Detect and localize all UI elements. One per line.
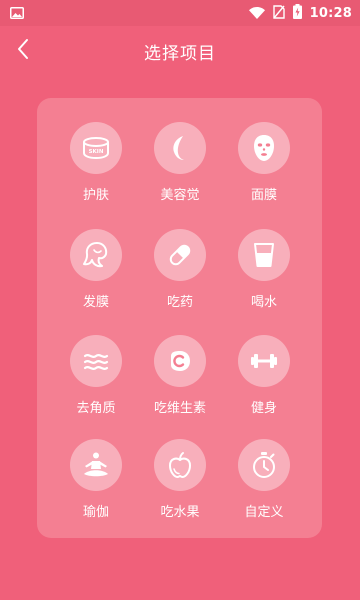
page-title: 选择项目 xyxy=(144,43,216,64)
hair-icon xyxy=(70,229,122,281)
dumbbell-icon xyxy=(238,335,290,387)
exfoliate-waves-icon xyxy=(70,335,122,387)
item-label: 喝水 xyxy=(250,295,277,310)
item-grid: SKIN 护肤 美容觉 面膜 发膜 吃药 喝水 去角质 吃维生素 健身 瑜伽 吃… xyxy=(37,98,322,538)
item-label: 去角质 xyxy=(76,401,116,416)
face-mask-icon xyxy=(238,122,290,174)
status-bar: 10:28 xyxy=(0,0,360,26)
item-medicine[interactable]: 吃药 xyxy=(135,229,225,329)
header: 选择项目 xyxy=(0,26,360,76)
wifi-icon xyxy=(248,4,265,23)
item-label: 面膜 xyxy=(250,188,277,203)
apple-icon xyxy=(154,439,206,491)
yoga-icon xyxy=(70,439,122,491)
item-label: 吃药 xyxy=(166,295,193,310)
item-vitamins[interactable]: 吃维生素 xyxy=(135,335,225,435)
item-label: 美容觉 xyxy=(160,188,200,203)
item-drink-water[interactable]: 喝水 xyxy=(219,229,309,329)
item-label: 自定义 xyxy=(244,505,284,520)
item-yoga[interactable]: 瑜伽 xyxy=(51,439,141,539)
item-exfoliate[interactable]: 去角质 xyxy=(51,335,141,435)
back-button[interactable] xyxy=(8,36,38,66)
no-sim-icon xyxy=(272,4,285,23)
status-time: 10:28 xyxy=(309,5,352,21)
item-label: 吃水果 xyxy=(160,505,200,520)
item-label: 护肤 xyxy=(82,188,109,203)
stopwatch-icon xyxy=(238,439,290,491)
pill-icon xyxy=(154,229,206,281)
vitamin-c-icon xyxy=(154,335,206,387)
item-fitness[interactable]: 健身 xyxy=(219,335,309,435)
chevron-left-icon xyxy=(16,38,30,64)
svg-text:SKIN: SKIN xyxy=(89,149,104,155)
item-label: 健身 xyxy=(250,401,277,416)
item-panel: SKIN 护肤 美容觉 面膜 发膜 吃药 喝水 去角质 吃维生素 健身 瑜伽 吃… xyxy=(37,98,322,538)
item-beauty-sleep[interactable]: 美容觉 xyxy=(135,122,225,222)
moon-icon xyxy=(154,122,206,174)
item-face-mask[interactable]: 面膜 xyxy=(219,122,309,222)
skin-cream-icon: SKIN xyxy=(70,122,122,174)
item-hair-mask[interactable]: 发膜 xyxy=(51,229,141,329)
item-label: 发膜 xyxy=(82,295,109,310)
item-fruit[interactable]: 吃水果 xyxy=(135,439,225,539)
item-skincare[interactable]: SKIN 护肤 xyxy=(51,122,141,222)
image-icon xyxy=(10,4,24,23)
item-label: 瑜伽 xyxy=(82,505,109,520)
item-label: 吃维生素 xyxy=(153,401,206,416)
battery-charging-icon xyxy=(292,3,302,23)
item-custom[interactable]: 自定义 xyxy=(219,439,309,539)
water-glass-icon xyxy=(238,229,290,281)
